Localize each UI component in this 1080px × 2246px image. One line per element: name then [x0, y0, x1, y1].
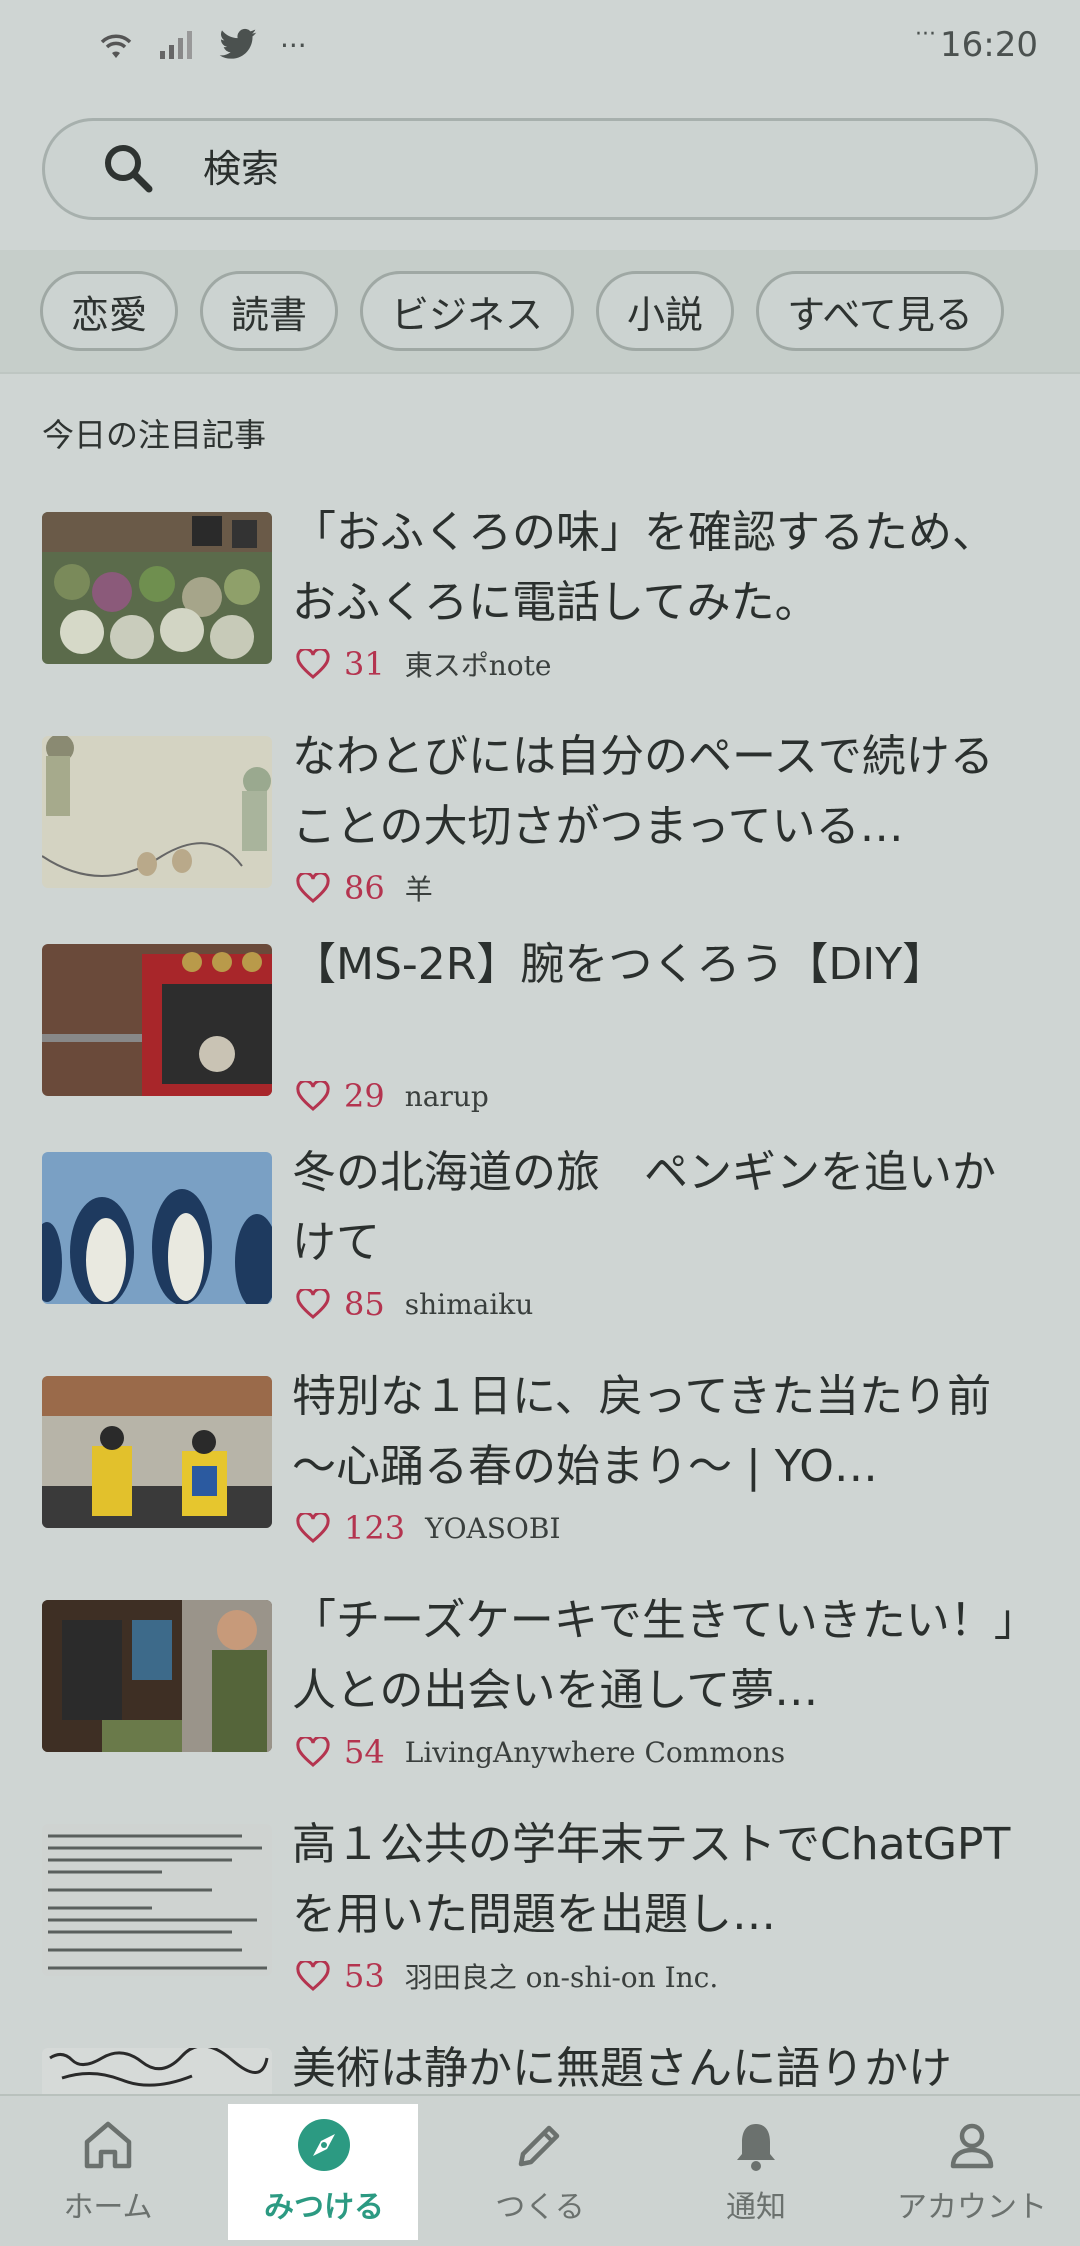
article-item[interactable]: 特別な１日に、戻ってきた当たり前 〜心踊る春の始まり〜 | YO… 123 YO…	[42, 1371, 1042, 1547]
clock: 16:20	[940, 25, 1038, 65]
compass-icon	[298, 2119, 350, 2171]
heart-icon[interactable]	[296, 1289, 330, 1319]
wifi-icon	[96, 28, 136, 62]
like-count: 86	[344, 869, 385, 907]
article-meta: 54 LivingAnywhere Commons	[296, 1732, 785, 1772]
author-name[interactable]: 羊	[405, 868, 433, 908]
like-count: 54	[344, 1733, 385, 1771]
pencil-icon	[518, 2125, 560, 2167]
article-meta: 53 羽田良之 on-shi-on Inc.	[296, 1956, 718, 1996]
search-input[interactable]	[203, 147, 963, 191]
article-item[interactable]: 冬の北海道の旅 ペンギンを追いかけて 85 shimaiku	[42, 1147, 1042, 1323]
twitter-icon	[218, 28, 258, 62]
author-name[interactable]: shimaiku	[405, 1288, 534, 1321]
author-name[interactable]: YOASOBI	[425, 1512, 560, 1545]
home-icon	[84, 2121, 132, 2169]
article-meta: 29 narup	[296, 1076, 489, 1116]
nav-notifications-label: 通知	[726, 2190, 786, 2225]
author-name[interactable]: 羽田良之 on-shi-on Inc.	[405, 1956, 719, 1996]
article-title[interactable]: 高１公共の学年末テストでChatGPTを用いた問題を出題し…	[292, 1810, 1032, 1950]
article-thumbnail	[42, 512, 272, 664]
heart-icon[interactable]	[296, 1737, 330, 1767]
heart-icon[interactable]	[296, 1961, 330, 1991]
article-item[interactable]: 【MS-2R】腕をつくろう【DIY】 29 narup	[42, 939, 1042, 1115]
article-meta: 123 YOASOBI	[296, 1508, 561, 1548]
chip-see-all[interactable]: すべて見る	[756, 271, 1004, 351]
article-thumbnail	[42, 1600, 272, 1752]
like-count: 53	[344, 1957, 385, 1995]
status-bar: ··· ··· 16:20	[0, 0, 1080, 90]
article-meta: 31 東スポnote	[296, 644, 551, 684]
category-chips: 恋愛 読書 ビジネス 小説 すべて見る	[0, 250, 1080, 374]
author-name[interactable]: LivingAnywhere Commons	[405, 1736, 785, 1769]
nav-home-label: ホーム	[63, 2190, 153, 2225]
nav-notifications[interactable]: 通知	[648, 2096, 864, 2246]
heart-icon[interactable]	[296, 873, 330, 903]
chip-business[interactable]: ビジネス	[360, 271, 575, 351]
like-count: 31	[344, 645, 385, 683]
article-meta: 85 shimaiku	[296, 1284, 533, 1324]
nav-create[interactable]: つくる	[432, 2096, 648, 2246]
article-item[interactable]: なわとびには自分のペースで続けることの大切さがつまっている… 86 羊	[42, 731, 1042, 907]
article-title[interactable]: なわとびには自分のペースで続けることの大切さがつまっている…	[292, 722, 1032, 862]
bell-icon	[737, 2124, 775, 2171]
article-meta: 86 羊	[296, 868, 433, 908]
like-count: 29	[344, 1077, 385, 1115]
article-thumbnail	[42, 1824, 272, 1976]
more-dots-icon: ···	[280, 28, 307, 62]
like-count: 123	[344, 1509, 406, 1547]
like-count: 85	[344, 1285, 385, 1323]
chip-reading[interactable]: 読書	[200, 271, 339, 351]
article-title[interactable]: 「チーズケーキで生きていきたい！」人との出会いを通して夢…	[292, 1586, 1032, 1726]
heart-icon[interactable]	[296, 1081, 330, 1111]
section-title: 今日の注目記事	[42, 416, 267, 454]
article-title[interactable]: 冬の北海道の旅 ペンギンを追いかけて	[292, 1138, 1032, 1278]
article-title[interactable]: 「おふくろの味」を確認するため、おふくろに電話してみた。	[292, 498, 1032, 638]
search-bar[interactable]	[42, 118, 1038, 220]
article-thumbnail	[42, 1152, 272, 1304]
article-thumbnail	[42, 944, 272, 1096]
heart-icon[interactable]	[296, 1513, 330, 1543]
signal-icon	[158, 29, 196, 61]
bottom-navigation: ホーム みつける つくる 通知 アカウント	[0, 2094, 1080, 2246]
nav-create-label: つくる	[495, 2190, 585, 2225]
account-icon	[950, 2123, 994, 2169]
search-icon	[105, 145, 153, 193]
article-item[interactable]: 「チーズケーキで生きていきたい！」人との出会いを通して夢… 54 LivingA…	[42, 1595, 1042, 1771]
article-title[interactable]: 特別な１日に、戻ってきた当たり前 〜心踊る春の始まり〜 | YO…	[292, 1362, 1032, 1502]
article-title[interactable]: 【MS-2R】腕をつくろう【DIY】	[292, 930, 1032, 1000]
article-thumbnail	[42, 736, 272, 888]
chip-romance[interactable]: 恋愛	[40, 271, 179, 351]
chip-novel[interactable]: 小説	[596, 271, 735, 351]
nav-account-label: アカウント	[897, 2190, 1047, 2225]
author-name[interactable]: 東スポnote	[405, 644, 552, 684]
article-thumbnail	[42, 1376, 272, 1528]
article-item[interactable]: 「おふくろの味」を確認するため、おふくろに電話してみた。 31 東スポnote	[42, 507, 1042, 683]
article-item[interactable]: 高１公共の学年末テストでChatGPTを用いた問題を出題し… 53 羽田良之 o…	[42, 1819, 1042, 1995]
nav-discover[interactable]: みつける	[216, 2096, 432, 2246]
nav-home[interactable]: ホーム	[0, 2096, 216, 2246]
heart-icon[interactable]	[296, 649, 330, 679]
nav-account[interactable]: アカウント	[864, 2096, 1080, 2246]
author-name[interactable]: narup	[405, 1080, 489, 1113]
status-dots-icon: ···	[915, 22, 937, 47]
nav-discover-label: みつける	[264, 2190, 384, 2225]
